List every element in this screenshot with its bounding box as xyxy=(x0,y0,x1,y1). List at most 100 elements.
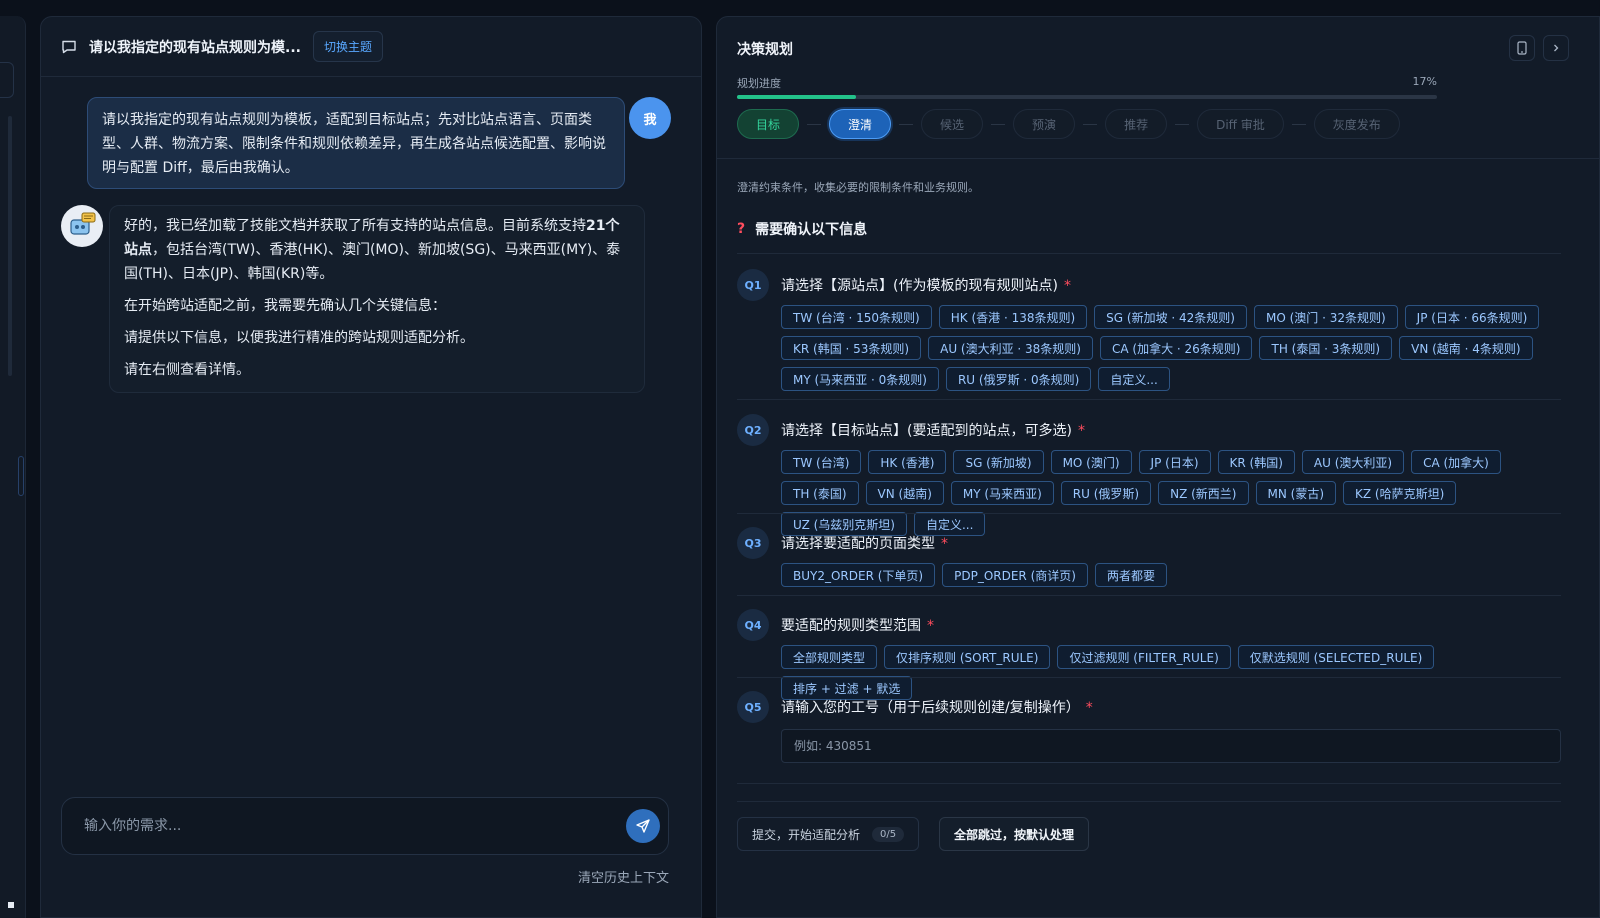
option-chip[interactable]: BUY2_ORDER (下单页) xyxy=(781,563,936,587)
question-title-text: 请选择【源站点】(作为模板的现有规则站点) xyxy=(781,278,1058,294)
question-badge: Q4 xyxy=(737,609,769,641)
option-chip[interactable]: MY (马来西亚) xyxy=(950,481,1054,505)
question-badge: Q1 xyxy=(737,269,769,301)
option-chip[interactable]: KR (韩国 · 53条规则) xyxy=(781,336,922,360)
decision-panel: 决策规划 规划进度 17% 目标 澄清 候选 预演 推荐 Diff 审批 灰度发布 澄清约束… xyxy=(716,16,1600,918)
submit-button[interactable]: 提交，开始适配分析 0/5 xyxy=(737,817,920,851)
step-connector xyxy=(1291,123,1306,125)
need-confirm-header: ? 需要确认以下信息 xyxy=(737,219,867,239)
step-1[interactable]: 澄清 xyxy=(829,109,892,139)
decision-title: 决策规划 xyxy=(737,42,793,58)
chat-panel: 请以我指定的现有站点规则为模... 切换主题 请以我指定的现有站点规则为模板，适… xyxy=(40,16,702,918)
step-5[interactable]: Diff 审批 xyxy=(1197,109,1284,139)
option-chip[interactable]: AU (澳大利亚 · 38条规则) xyxy=(928,336,1093,360)
step-connector xyxy=(1175,123,1190,125)
question-title-text: 请选择【目标站点】(要适配到的站点，可多选) xyxy=(781,423,1072,439)
option-chip[interactable]: RU (俄罗斯 · 0条规则) xyxy=(945,367,1092,391)
sidebar-toggle[interactable] xyxy=(18,456,24,496)
option-chip[interactable]: NZ (新西兰) xyxy=(1158,481,1249,505)
collapse-panel-button[interactable] xyxy=(1543,35,1569,61)
option-chip[interactable]: MY (马来西亚 · 0条规则) xyxy=(781,367,939,391)
option-chip[interactable]: 仅排序规则 (SORT_RULE) xyxy=(884,645,1051,669)
option-chip[interactable]: TW (台湾) xyxy=(781,450,862,474)
option-chip[interactable]: 两者都要 xyxy=(1094,563,1167,587)
chat-title: 请以我指定的现有站点规则为模... xyxy=(89,39,301,56)
mobile-view-button[interactable] xyxy=(1509,35,1535,61)
bot-message: 好的，我已经加载了技能文档并获取了所有支持的站点信息。目前系统支持21个站点，包… xyxy=(109,205,645,393)
step-2[interactable]: 候选 xyxy=(921,109,984,139)
divider xyxy=(737,783,1561,784)
option-chip[interactable]: VN (越南 · 4条规则) xyxy=(1399,336,1533,360)
divider xyxy=(737,595,1561,596)
option-group: BUY2_ORDER (下单页) PDP_ORDER (商详页) 两者都要 xyxy=(781,563,1571,587)
bot-paragraph-4: 请在右侧查看详情。 xyxy=(124,362,250,378)
chat-input[interactable] xyxy=(84,818,626,834)
bot-paragraph-2: 在开始跨站适配之前，我需要先确认几个关键信息： xyxy=(124,298,446,314)
divider xyxy=(737,253,1561,254)
bot-paragraph-3: 请提供以下信息，以便我进行精准的跨站规则适配分析。 xyxy=(124,330,474,346)
question-title: 请选择要适配的页面类型 * xyxy=(781,533,948,553)
option-chip[interactable]: 仅默选规则 (SELECTED_RULE) xyxy=(1237,645,1435,669)
option-chip[interactable]: 自定义... xyxy=(1098,367,1170,391)
option-chip[interactable]: 全部规则类型 xyxy=(781,645,878,669)
question-title-text: 请输入您的工号（用于后续规则创建/复制操作） xyxy=(781,700,1080,716)
divider xyxy=(737,399,1561,400)
option-chip[interactable]: VN (越南) xyxy=(865,481,944,505)
option-chip[interactable]: TW (台湾 · 150条规则) xyxy=(781,305,932,329)
sidebar-handle[interactable] xyxy=(0,62,14,98)
submit-count-badge: 0/5 xyxy=(872,826,905,842)
question-badge: Q2 xyxy=(737,414,769,446)
step-3[interactable]: 预演 xyxy=(1013,109,1076,139)
step-tracker: 目标 澄清 候选 预演 推荐 Diff 审批 灰度发布 xyxy=(737,109,1400,139)
option-chip[interactable]: KR (韩国) xyxy=(1217,450,1295,474)
step-0[interactable]: 目标 xyxy=(737,109,800,139)
option-chip[interactable]: SG (新加坡 · 42条规则) xyxy=(1094,305,1247,329)
clear-history-link[interactable]: 清空历史上下文 xyxy=(578,867,669,886)
option-chip[interactable]: JP (日本) xyxy=(1138,450,1211,474)
option-chip[interactable]: SG (新加坡) xyxy=(953,450,1044,474)
option-group: 全部规则类型 仅排序规则 (SORT_RULE) 仅过滤规则 (FILTER_RUL… xyxy=(781,645,1571,700)
bot-text: ，包括台湾(TW)、香港(HK)、澳门(MO)、新加坡(SG)、马来西亚(MY)… xyxy=(124,242,621,282)
option-chip[interactable]: CA (加拿大 · 26条规则) xyxy=(1100,336,1253,360)
skip-all-button[interactable]: 全部跳过，按默认处理 xyxy=(939,817,1090,851)
option-chip[interactable]: CA (加拿大) xyxy=(1411,450,1501,474)
step-connector xyxy=(991,123,1006,125)
option-chip[interactable]: AU (澳大利亚) xyxy=(1301,450,1405,474)
step-6[interactable]: 灰度发布 xyxy=(1313,109,1400,139)
phone-icon xyxy=(1517,41,1527,55)
collapsed-sidebar xyxy=(0,16,26,918)
bot-avatar xyxy=(61,205,103,247)
option-chip[interactable]: MO (澳门) xyxy=(1050,450,1132,474)
step-4[interactable]: 推荐 xyxy=(1105,109,1168,139)
question-title-text: 要适配的规则类型范围 xyxy=(781,618,921,634)
bot-text: 好的，我已经加载了技能文档并获取了所有支持的站点信息。目前系统支持 xyxy=(124,218,586,234)
option-chip[interactable]: PDP_ORDER (商详页) xyxy=(942,563,1088,587)
sidebar-scrollbar[interactable] xyxy=(8,116,12,376)
employee-id-input[interactable] xyxy=(781,729,1561,763)
option-chip[interactable]: TH (泰国 · 3条规则) xyxy=(1259,336,1393,360)
decision-header: 决策规划 规划进度 17% 目标 澄清 候选 预演 推荐 Diff 审批 灰度发布 xyxy=(717,17,1599,159)
question-badge: Q3 xyxy=(737,527,769,559)
divider xyxy=(737,677,1561,678)
question-badge: Q5 xyxy=(737,691,769,723)
question-mark-icon: ? xyxy=(737,221,746,237)
step-connector xyxy=(807,123,822,125)
status-dot xyxy=(8,902,14,908)
option-chip[interactable]: HK (香港 · 138条规则) xyxy=(938,305,1088,329)
option-chip[interactable]: 仅过滤规则 (FILTER_RULE) xyxy=(1057,645,1231,669)
step-connector xyxy=(899,123,914,125)
user-message: 请以我指定的现有站点规则为模板，适配到目标站点；先对比站点语言、页面类型、人群、… xyxy=(87,97,625,189)
option-chip[interactable]: MO (澳门 · 32条规则) xyxy=(1253,305,1398,329)
option-chip[interactable]: HK (香港) xyxy=(868,450,947,474)
option-chip[interactable]: TH (泰国) xyxy=(781,481,859,505)
switch-topic-button[interactable]: 切换主题 xyxy=(312,31,383,62)
required-marker: * xyxy=(1063,278,1071,294)
option-chip[interactable]: MN (蒙古) xyxy=(1255,481,1337,505)
option-chip[interactable]: RU (俄罗斯) xyxy=(1060,481,1152,505)
question-title: 请输入您的工号（用于后续规则创建/复制操作） * xyxy=(781,697,1093,717)
option-chip[interactable]: JP (日本 · 66条规则) xyxy=(1404,305,1540,329)
send-button[interactable] xyxy=(626,809,660,843)
need-confirm-title: 需要确认以下信息 xyxy=(755,222,868,238)
option-chip[interactable]: KZ (哈萨克斯坦) xyxy=(1343,481,1457,505)
question-title-text: 请选择要适配的页面类型 xyxy=(781,536,935,552)
